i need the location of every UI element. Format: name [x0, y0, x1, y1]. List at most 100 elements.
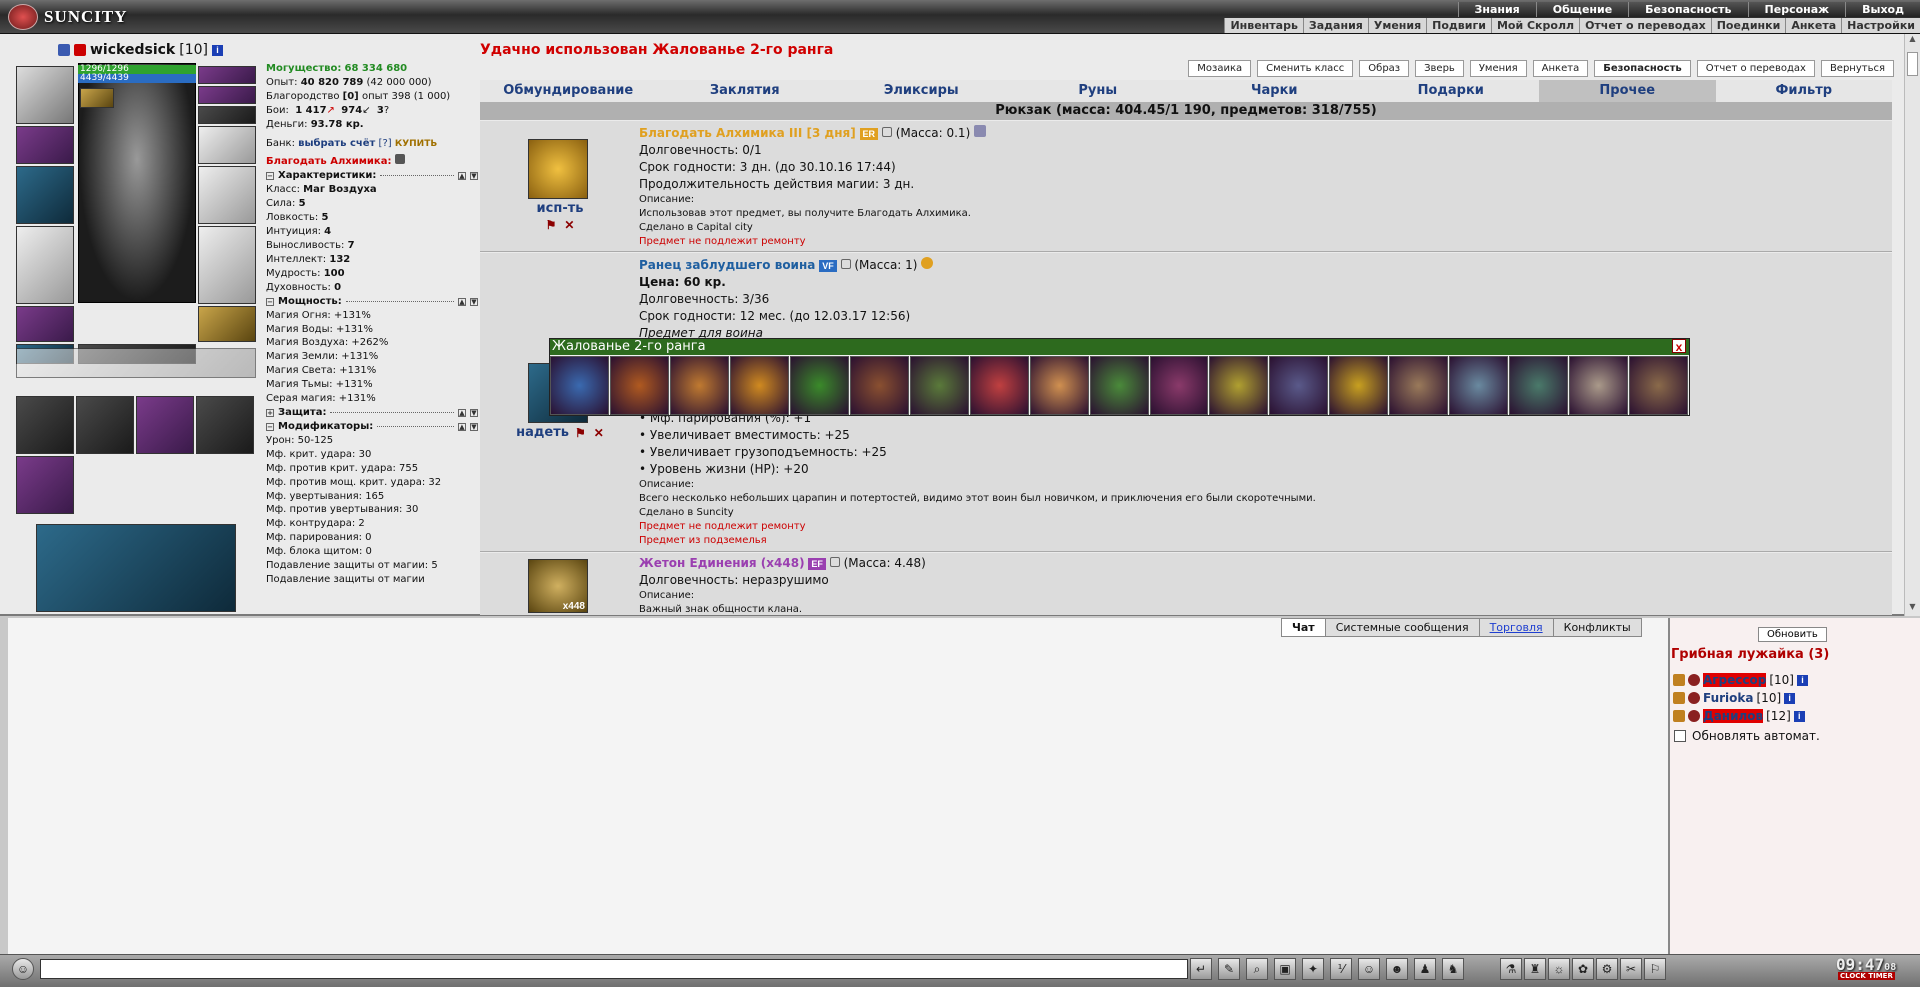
popup-item-icon[interactable]: [1329, 356, 1389, 415]
tab[interactable]: Заклятия: [657, 80, 834, 102]
popup-item-icon[interactable]: [1089, 356, 1149, 415]
popup-item-icon[interactable]: [550, 356, 609, 415]
use-button[interactable]: исп-ть: [510, 201, 610, 216]
bracer-slot[interactable]: [16, 126, 74, 164]
popup-item-icon[interactable]: [609, 356, 669, 415]
gloves-slot[interactable]: [198, 126, 256, 164]
tool-icon[interactable]: ↵: [1190, 958, 1212, 980]
top-menu-item[interactable]: Знания: [1457, 2, 1536, 17]
player-name[interactable]: Данилов: [1703, 709, 1764, 723]
sub-menu-item[interactable]: Умения: [1367, 18, 1427, 33]
rings-slot[interactable]: [198, 106, 256, 124]
characteristics-header[interactable]: − Характеристики: ▲ ▼: [266, 169, 478, 183]
weapon-slot[interactable]: [16, 166, 74, 224]
info-icon[interactable]: i: [1784, 692, 1796, 704]
top-menu-item[interactable]: Персонаж: [1747, 2, 1846, 17]
tool-icon[interactable]: ⚙: [1596, 958, 1618, 980]
popup-item-icon[interactable]: [1509, 356, 1569, 415]
up-icon[interactable]: ▲: [458, 408, 466, 417]
chat-area[interactable]: [8, 618, 1668, 954]
mount-slot[interactable]: [16, 456, 74, 514]
action-button[interactable]: Зверь: [1415, 60, 1464, 77]
wear-button[interactable]: надеть: [516, 425, 569, 440]
popup-item-icon[interactable]: [1029, 356, 1089, 415]
close-icon[interactable]: x: [1672, 339, 1686, 354]
info-icon[interactable]: i: [1793, 710, 1805, 722]
drop-icon[interactable]: ⚑: [546, 218, 557, 232]
player-row[interactable]: Furioka [10] i: [1673, 691, 1796, 705]
action-button[interactable]: Умения: [1469, 60, 1527, 77]
sub-menu-item[interactable]: Задания: [1302, 18, 1368, 33]
delete-icon[interactable]: ✕: [564, 218, 574, 232]
chat-tab[interactable]: Системные сообщения: [1324, 618, 1480, 637]
collapse-icon[interactable]: −: [266, 297, 274, 306]
popup-item-icon[interactable]: [969, 356, 1029, 415]
earring-slot[interactable]: [198, 66, 256, 84]
tab[interactable]: Фильтр: [1716, 80, 1893, 102]
sub-menu-item[interactable]: Подвиги: [1426, 18, 1491, 33]
player-row[interactable]: Агрессор [10] i: [1673, 673, 1808, 687]
item-name[interactable]: Ранец заблудшего воина: [639, 258, 815, 272]
tool-icon[interactable]: ⚐: [1644, 958, 1666, 980]
chat-tab[interactable]: Конфликты: [1552, 618, 1642, 637]
drop-icon[interactable]: ⚑: [575, 426, 586, 440]
private-icon[interactable]: [1673, 710, 1685, 722]
tool-icon[interactable]: ⅟: [1330, 958, 1352, 980]
popup-item-icon[interactable]: [849, 356, 909, 415]
tool-icon[interactable]: ✎: [1218, 958, 1240, 980]
up-icon[interactable]: ▲: [458, 297, 466, 306]
item-image[interactable]: [528, 139, 588, 199]
down-icon[interactable]: ▼: [470, 172, 478, 181]
info-icon[interactable]: i: [211, 44, 223, 56]
shield-slot[interactable]: [198, 166, 256, 224]
info-icon[interactable]: i: [1797, 674, 1808, 686]
tool-icon[interactable]: ✂: [1620, 958, 1642, 980]
sub-menu-item[interactable]: Мой Скролл: [1490, 18, 1580, 33]
sub-menu-item[interactable]: Анкета: [1785, 18, 1842, 33]
copy-icon[interactable]: [881, 127, 892, 137]
power-header[interactable]: − Мощность: ▲ ▼: [266, 295, 478, 309]
refresh-button[interactable]: Обновить: [1758, 627, 1827, 642]
effects-icons[interactable]: [36, 524, 236, 612]
sub-menu-item[interactable]: Инвентарь: [1224, 18, 1303, 33]
chat-tab[interactable]: Торговля: [1478, 618, 1554, 637]
scroll-thumb[interactable]: [1907, 52, 1918, 76]
tool-icon[interactable]: ♟: [1414, 958, 1436, 980]
armor-slot[interactable]: [16, 226, 74, 304]
collapse-icon[interactable]: −: [266, 172, 274, 181]
player-name[interactable]: Агрессор: [1703, 673, 1767, 687]
popup-item-icon[interactable]: [1149, 356, 1209, 415]
tool-icon[interactable]: ✿: [1572, 958, 1594, 980]
tool-icon[interactable]: ☻: [1386, 958, 1408, 980]
tab[interactable]: Подарки: [1363, 80, 1540, 102]
character-name[interactable]: wickedsick [10] i: [58, 42, 223, 58]
tool-icon[interactable]: ♜: [1524, 958, 1546, 980]
autorefresh-checkbox[interactable]: [1674, 730, 1686, 742]
chat-tab[interactable]: Чат: [1281, 618, 1326, 637]
tool-icon[interactable]: ☼: [1548, 958, 1570, 980]
popup-item-icon[interactable]: [1269, 356, 1329, 415]
action-button[interactable]: Сменить класс: [1257, 60, 1354, 77]
item-name[interactable]: Благодать Алхимика III [3 дня]: [639, 126, 856, 140]
tool-icon[interactable]: ✦: [1302, 958, 1324, 980]
delete-icon[interactable]: ✕: [594, 426, 604, 440]
top-menu-item[interactable]: Безопасность: [1628, 2, 1748, 17]
bag-slot-2[interactable]: [76, 396, 134, 454]
tab[interactable]: Чарки: [1186, 80, 1363, 102]
bag-slot-3[interactable]: [136, 396, 194, 454]
tool-icon[interactable]: ⚗: [1500, 958, 1522, 980]
tool-icon[interactable]: ♞: [1442, 958, 1464, 980]
popup-item-icon[interactable]: [1209, 356, 1269, 415]
tab[interactable]: Обмундирование: [480, 80, 657, 102]
smile-icon[interactable]: ☺: [12, 958, 34, 980]
bag-slot-1[interactable]: [16, 396, 74, 454]
up-icon[interactable]: ▲: [458, 172, 466, 181]
popup-item-icon[interactable]: [669, 356, 729, 415]
scrollbar[interactable]: ▲ ▼: [1904, 34, 1920, 616]
bag-slot-4[interactable]: [196, 396, 254, 454]
boots-slot[interactable]: [198, 226, 256, 304]
collapse-icon[interactable]: −: [266, 422, 274, 431]
popup-item-icon[interactable]: [1449, 356, 1509, 415]
pet-slot[interactable]: [198, 306, 256, 342]
buy-button[interactable]: КУПИТЬ: [395, 139, 437, 149]
